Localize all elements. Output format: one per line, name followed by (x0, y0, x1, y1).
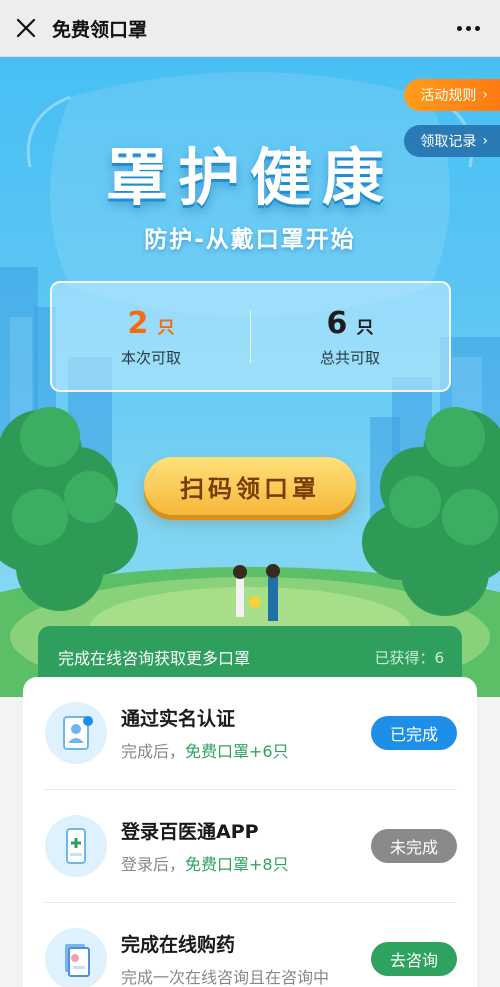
this-time-label: 本次可取 (120, 348, 181, 367)
this-time-number: 2 (127, 305, 149, 341)
earned-count: 已获得：6 (374, 648, 444, 667)
total-unit: 只 (356, 317, 374, 338)
hero-headline: 罩护健康 (105, 141, 394, 214)
total-label: 总共可取 (319, 348, 380, 367)
task-online-pharmacy: 完成在线购药 完成一次在线咨询且在咨询中 去咨询 (45, 903, 457, 987)
hero-banner: 活动规则 › 领取记录 › 罩护健康 防护-从戴口罩开始 2 只 本次可取 6 … (0, 57, 500, 697)
total-number: 6 (326, 305, 348, 341)
id-card-icon (45, 702, 107, 764)
activity-rules-label: 活动规则 (420, 88, 477, 104)
this-time-unit: 只 (157, 317, 175, 338)
tasks-section-title: 完成在线咨询获取更多口罩 (58, 649, 251, 668)
close-icon (16, 18, 36, 38)
task-name: 登录百医通APP (121, 821, 259, 843)
more-button[interactable] (457, 18, 480, 38)
task-description: 完成一次在线咨询且在咨询中 (121, 968, 330, 987)
activity-rules-button[interactable]: 活动规则 › (404, 79, 500, 111)
medicine-doc-icon (45, 928, 107, 987)
page-title: 免费领口罩 (52, 18, 148, 41)
mask-count-card: 2 只 本次可取 6 只 总共可取 (50, 281, 451, 392)
task-name: 完成在线购药 (121, 934, 236, 956)
more-icon (457, 25, 462, 31)
task-go-consult-button[interactable]: 去咨询 (371, 942, 457, 976)
task-real-name-verification: 通过实名认证 完成后，免费口罩+6只 已完成 (45, 677, 457, 789)
task-login-app: 登录百医通APP 登录后，免费口罩+8只 未完成 (45, 790, 457, 902)
this-time-count: 2 只 本次可取 (52, 306, 250, 368)
hero-subtitle: 防护-从戴口罩开始 (144, 227, 356, 253)
task-description: 完成后，免费口罩+6只 (121, 742, 289, 761)
total-count: 6 只 总共可取 (251, 306, 449, 368)
task-list: 通过实名认证 完成后，免费口罩+6只 已完成 登录百医通APP 登录后，免费口罩… (23, 677, 477, 987)
task-name: 通过实名认证 (121, 708, 236, 730)
task-description: 登录后，免费口罩+8只 (121, 855, 289, 874)
chevron-right-icon: › (482, 87, 488, 103)
task-status-completed-button[interactable]: 已完成 (371, 716, 457, 750)
title-bar: 免费领口罩 (0, 0, 500, 57)
close-button[interactable] (0, 0, 52, 57)
task-status-incomplete-button[interactable]: 未完成 (371, 829, 457, 863)
scan-claim-mask-button[interactable]: 扫码领口罩 (144, 457, 356, 515)
phone-app-icon (45, 815, 107, 877)
